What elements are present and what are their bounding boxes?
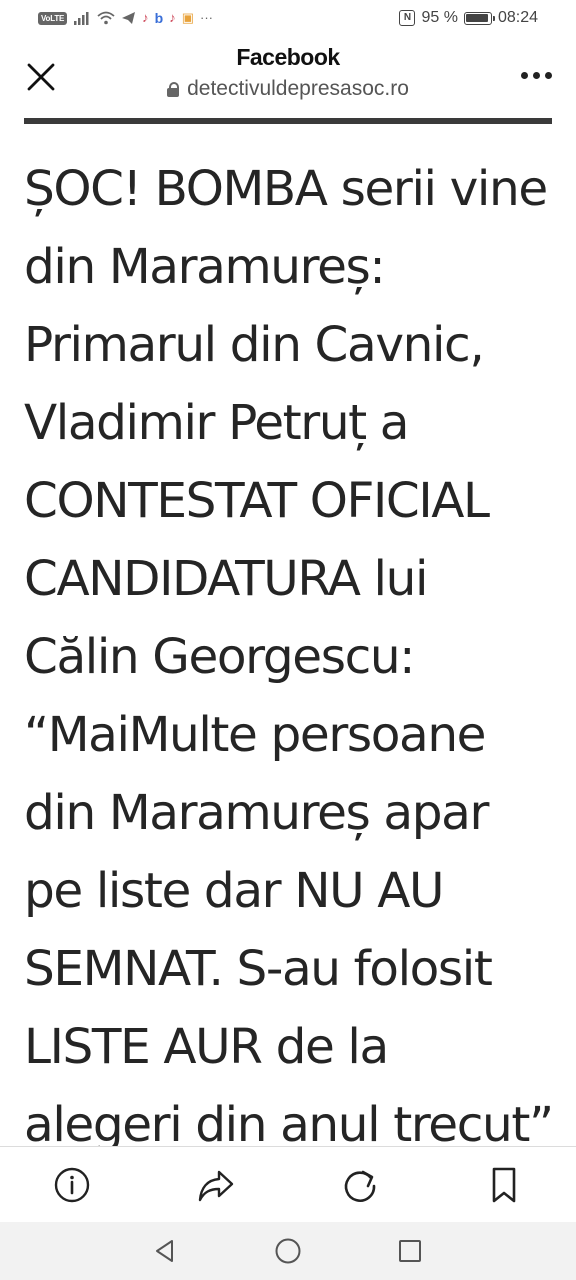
title-line: ȘOC! BOMBA serii vine (24, 161, 548, 217)
back-icon (156, 1240, 173, 1262)
share-icon (198, 1170, 234, 1202)
title-line: pe liste dar NU AU (24, 863, 444, 919)
more-icon (521, 72, 528, 79)
title-line: LISTE AUR de la (24, 1019, 389, 1075)
url-row[interactable]: detectivuldepresasoc.ro (120, 77, 456, 101)
title-line: “MaiMulte persoane (24, 707, 487, 763)
share-button[interactable] (196, 1165, 236, 1205)
title-line: CANDIDATURA lui (24, 551, 428, 607)
tiktok-icon: ♪ (142, 10, 149, 25)
reload-button[interactable] (340, 1165, 380, 1205)
bottom-action-bar (0, 1147, 576, 1222)
lock-icon (167, 81, 180, 97)
more-button[interactable] (521, 72, 552, 79)
app-title: Facebook (236, 44, 340, 70)
info-button[interactable] (52, 1165, 92, 1205)
close-icon (27, 63, 55, 91)
battery-icon (463, 11, 495, 25)
title-line: Călin Georgescu: (24, 629, 416, 685)
volte-badge: VoLTE (38, 11, 68, 25)
clock: 08:24 (497, 9, 538, 26)
title-line: SEMNAT. S-au folosit (24, 941, 493, 997)
wifi-icon (97, 11, 115, 25)
bookmark-icon (492, 1167, 516, 1203)
status-left: VoLTE ♪ b ♪ ▣ ··· (38, 8, 213, 28)
system-nav-bar (0, 1222, 576, 1280)
home-button[interactable] (271, 1234, 305, 1268)
status-right: N 95 % 08:24 (399, 8, 538, 28)
title-line: CONTESTAT OFICIAL (24, 473, 490, 529)
title-line: Vladimir Petruț a (24, 395, 410, 451)
signal-icon (74, 12, 89, 25)
telegram-icon (122, 12, 136, 24)
nfc-icon: N (399, 10, 416, 26)
info-icon (54, 1167, 90, 1203)
close-button[interactable] (26, 62, 56, 92)
tiktok-icon: ♪ (169, 10, 176, 25)
app-header: Facebook detectivuldepresasoc.ro (0, 38, 576, 120)
bookmark-button[interactable] (484, 1165, 524, 1205)
title-line: din Maramureș: (24, 239, 386, 295)
more-notifications-indicator: ··· (200, 10, 214, 25)
back-button[interactable] (148, 1234, 182, 1268)
status-bar: VoLTE ♪ b ♪ ▣ ··· N 95 % 08:24 (0, 0, 576, 38)
home-icon (275, 1238, 301, 1264)
top-rule (24, 118, 552, 124)
recents-button[interactable] (393, 1234, 427, 1268)
reload-icon (344, 1170, 376, 1202)
header-center: Facebook detectivuldepresasoc.ro (120, 44, 456, 101)
recents-icon (399, 1240, 421, 1262)
title-line: Primarul din Cavnic, (24, 317, 485, 373)
battery-percent: 95 % (421, 9, 458, 26)
page-url: detectivuldepresasoc.ro (187, 77, 409, 100)
title-line: din Maramureș apar (24, 785, 489, 841)
article-title: ȘOC! BOMBA serii vine din Maramureș: Pri… (24, 150, 564, 1164)
b-app-icon: b (154, 10, 164, 26)
article: ȘOC! BOMBA serii vine din Maramureș: Pri… (24, 150, 564, 1164)
gift-icon: ▣ (181, 10, 195, 25)
